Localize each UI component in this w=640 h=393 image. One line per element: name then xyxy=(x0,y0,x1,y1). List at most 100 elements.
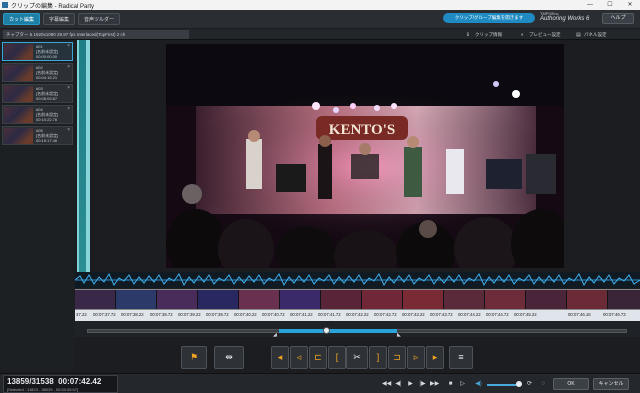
clip-item[interactable]: #01 [名前未設定] 00:00:00.00 × xyxy=(2,42,73,61)
cancel-button[interactable]: キャンセル xyxy=(593,378,629,390)
clip-thumbnail xyxy=(4,44,33,60)
edit-controls: ⚑ ⇹ ◂ ◃ ⊏ [ ✂ ] ⊐ ▹ ▸ ≡ xyxy=(75,344,640,372)
sync-icon[interactable]: ⟳ xyxy=(525,380,534,389)
clip-text: #02 [名前未設定] 00:04:15.21 xyxy=(36,65,58,80)
video-preview[interactable]: KENTO'S xyxy=(166,44,564,268)
ok-button[interactable]: OK xyxy=(553,378,589,390)
window-title: クリップの編集 - Radical Party xyxy=(11,3,95,10)
ruler-label: 00:07:38.22 xyxy=(121,312,144,317)
selected-range-text: [Selected : 11823 - 38029 , 00:53:39.67] xyxy=(7,387,79,392)
close-button[interactable]: ✕ xyxy=(620,0,640,10)
current-timecode: 00:07:42.42 xyxy=(58,377,102,386)
clip-item[interactable]: #02 [名前未設定] 00:04:15.21 × xyxy=(2,63,73,82)
ruler-label: 00:07:37.72 xyxy=(93,312,116,317)
clip-text: #03 [名前未設定] 00:05:09.87 xyxy=(36,86,58,101)
tab-panel-settings[interactable]: ▤ パネル設定 xyxy=(576,30,607,39)
range-start-marker[interactable]: ◢ xyxy=(273,332,277,338)
frame-count: 13859/31538 xyxy=(7,377,54,386)
menu-icon[interactable]: ≡ xyxy=(449,346,473,369)
svg-text:KENTO'S: KENTO'S xyxy=(329,122,395,138)
settings-icon[interactable]: ◌ xyxy=(539,380,548,389)
ruler-label: 00:07:46.16 xyxy=(568,312,591,317)
guide-banner[interactable]: クリップ/グループ編集を開きます xyxy=(443,13,535,23)
remove-clip-icon[interactable]: × xyxy=(67,43,70,49)
waveform-graphic xyxy=(74,272,640,287)
playhead-knob[interactable] xyxy=(323,327,330,334)
thumbnail-strip[interactable] xyxy=(75,289,640,310)
info-bar: チャプター 5 1920x1080 29.97 fps Interlaced(T… xyxy=(0,29,640,40)
audio-waveform[interactable] xyxy=(74,272,640,288)
clip-text: #01 [名前未設定] 00:00:00.00 xyxy=(36,44,58,59)
clip-thumbnail xyxy=(4,128,33,144)
selected-range[interactable] xyxy=(279,329,397,333)
title-bar: クリップの編集 - Radical Party — ☐ ✕ xyxy=(0,0,640,10)
tab-panel-settings-label: パネル設定 xyxy=(584,32,607,37)
clip-item[interactable]: #04 [名前未設定] 00:10:22.76 × xyxy=(2,105,73,124)
thumbnail-frames xyxy=(75,289,640,310)
prev-frame-icon[interactable]: ◀| xyxy=(394,380,403,389)
frame-timecode: 13859/31538 00:07:42.42 xyxy=(7,377,101,386)
ruler-label: 00:07:42.22 xyxy=(346,312,369,317)
remove-clip-icon[interactable]: × xyxy=(67,85,70,91)
ruler-label: 00:07:44.72 xyxy=(486,312,509,317)
clip-info: チャプター 5 1920x1080 29.97 fps Interlaced(T… xyxy=(3,30,189,39)
tab-audio-filter[interactable]: 音声ツルダー xyxy=(78,13,121,25)
brand-name: Authoring Works 6 xyxy=(540,16,590,22)
ruler-label: 00:07:43.22 xyxy=(402,312,425,317)
cut-in-icon[interactable]: [ xyxy=(328,346,346,369)
cut-out-icon[interactable]: ] xyxy=(369,346,387,369)
play-icon[interactable]: ▶ xyxy=(406,380,415,389)
fast-forward-icon[interactable]: ▶▶ xyxy=(430,380,439,389)
tab-preview-settings[interactable]: ◐ プレビュー設定 xyxy=(521,30,561,39)
scrub-bar[interactable]: ◢ ◣ xyxy=(75,321,640,338)
panel-icon: ▤ xyxy=(576,32,581,38)
tab-clip-info[interactable]: ℹ クリップ情報 xyxy=(467,30,502,39)
ruler-label: 00:07:43.72 xyxy=(430,312,453,317)
loop-icon[interactable]: ▷ xyxy=(458,380,467,389)
clip-item[interactable]: #05 [名前未設定] 00:15:17.46 × xyxy=(2,126,73,145)
ruler-label: 00:07:44.22 xyxy=(458,312,481,317)
step-back-icon[interactable]: ◃ xyxy=(290,346,308,369)
go-cut-out-icon[interactable]: ⊐ xyxy=(388,346,406,369)
cut-icon[interactable]: ✂ xyxy=(346,346,368,369)
ruler-label: 00:07:41.22 xyxy=(290,312,313,317)
maximize-button[interactable]: ☐ xyxy=(600,0,620,10)
split-icon[interactable]: ⇹ xyxy=(214,346,244,369)
prev-cut-icon[interactable]: ◂ xyxy=(271,346,289,369)
speaker-icon[interactable]: ◀) xyxy=(474,380,483,389)
ruler-label: 00:07:38.72 xyxy=(150,312,173,317)
ruler-label: 00:07:46.73 xyxy=(603,312,626,317)
ruler-label: 00:07:45.22 xyxy=(514,312,537,317)
remove-clip-icon[interactable]: × xyxy=(67,64,70,70)
brand-logo: TMPGEnc Authoring Works 6 xyxy=(540,11,600,27)
timecode-readout: 13859/31538 00:07:42.42 [Selected : 1182… xyxy=(3,375,118,393)
ruler-label: 00:07:41.72 xyxy=(318,312,341,317)
app-window: { "window": { "title": "クリップの編集 - Radica… xyxy=(0,0,640,393)
chapter-icon[interactable]: ⚑ xyxy=(181,346,207,369)
minimize-button[interactable]: — xyxy=(580,0,600,10)
tab-subtitle-edit[interactable]: 字幕編集 xyxy=(43,13,76,25)
timecode-ruler[interactable]: 37.22 00:07:37.72 00:07:38.22 00:07:38.7… xyxy=(75,310,640,321)
volume-knob[interactable] xyxy=(516,381,522,387)
clip-timecode: 00:00:00.00 xyxy=(36,54,58,59)
preview-icon: ◐ xyxy=(521,32,525,38)
clip-list: #01 [名前未設定] 00:00:00.00 × #02 [名前未設定] 00:04:… xyxy=(0,40,75,370)
remove-clip-icon[interactable]: × xyxy=(67,127,70,133)
info-icon: ℹ xyxy=(467,32,469,38)
next-frame-icon[interactable]: |▶ xyxy=(418,380,427,389)
stop-icon[interactable]: ■ xyxy=(446,380,455,389)
range-end-marker[interactable]: ◣ xyxy=(397,332,401,338)
ruler-label: 00:07:39.22 xyxy=(178,312,201,317)
go-cut-in-icon[interactable]: ⊏ xyxy=(309,346,327,369)
step-forward-icon[interactable]: ▹ xyxy=(407,346,425,369)
next-cut-icon[interactable]: ▸ xyxy=(426,346,444,369)
help-button[interactable]: ヘルプ xyxy=(602,13,634,24)
ruler-label: 00:07:40.22 xyxy=(234,312,257,317)
clip-timecode: 00:04:15.21 xyxy=(36,75,58,80)
rewind-icon[interactable]: ◀◀ xyxy=(382,380,391,389)
app-icon xyxy=(2,2,8,8)
clip-item[interactable]: #03 [名前未設定] 00:05:09.87 × xyxy=(2,84,73,103)
tab-cut-edit[interactable]: カット編集 xyxy=(3,13,41,25)
volume-slider[interactable] xyxy=(487,384,519,386)
remove-clip-icon[interactable]: × xyxy=(67,106,70,112)
